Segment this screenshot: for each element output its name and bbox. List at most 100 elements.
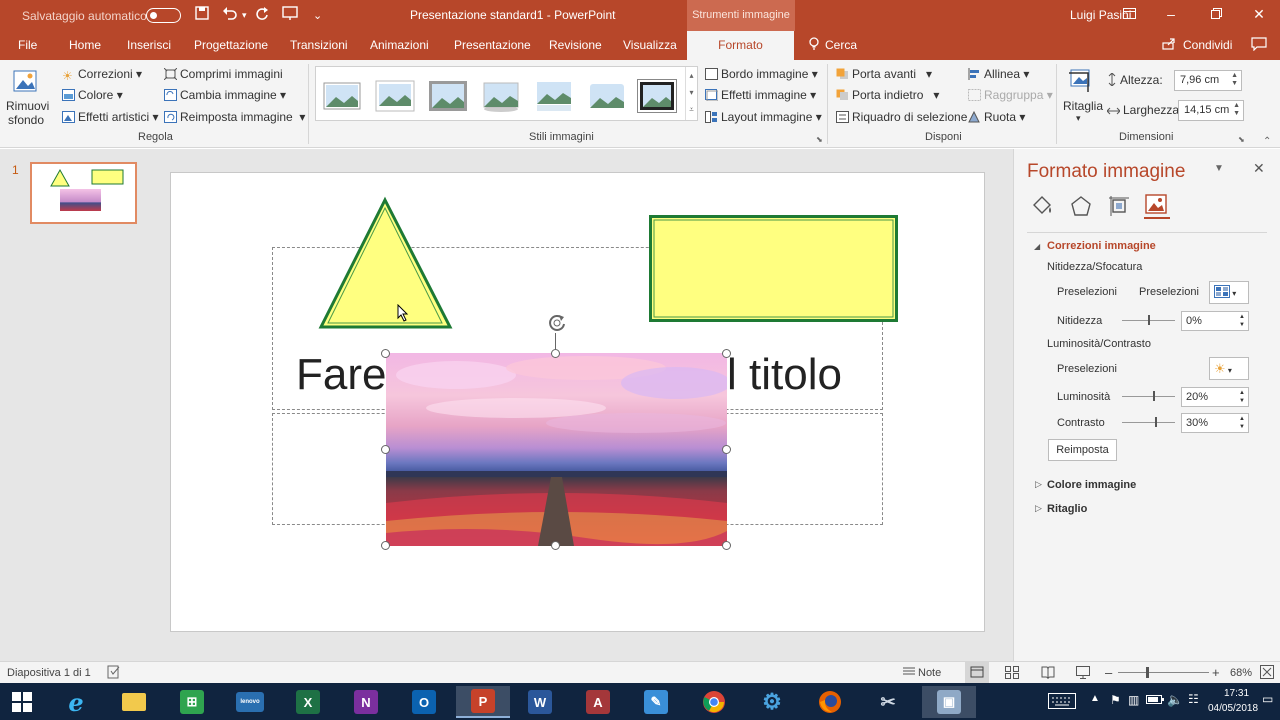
zoom-slider[interactable] xyxy=(1118,672,1209,673)
undo-dropdown-icon[interactable]: ▾ xyxy=(242,10,247,21)
reading-view-icon[interactable] xyxy=(1041,666,1055,682)
word-icon[interactable]: W xyxy=(520,686,560,718)
redo-icon[interactable] xyxy=(255,6,269,24)
network-icon[interactable]: ▥ xyxy=(1128,693,1139,707)
pane-close-icon[interactable]: ✕ xyxy=(1253,160,1265,177)
title-text-right[interactable]: l titolo xyxy=(727,350,842,400)
tab-file[interactable]: File xyxy=(18,31,37,60)
remove-background-icon[interactable] xyxy=(12,67,40,95)
zoom-slider-thumb[interactable] xyxy=(1146,667,1149,678)
gallery-scroll[interactable]: ▴ ▾ ⩡ xyxy=(685,67,697,120)
tab-slideshow[interactable]: Presentazione xyxy=(454,31,531,60)
keyboard-icon[interactable] xyxy=(1048,693,1076,712)
collapse-corrections-icon[interactable]: ◢ xyxy=(1034,242,1040,251)
expand-crop-icon[interactable]: ▷ xyxy=(1035,503,1042,514)
resize-handle-w[interactable] xyxy=(381,445,390,454)
slideshow-view-icon[interactable] xyxy=(1076,666,1090,682)
zoom-out-icon[interactable]: – xyxy=(1105,665,1112,680)
notes-app-icon[interactable]: ✎ xyxy=(636,686,676,718)
onenote-icon[interactable]: N xyxy=(346,686,386,718)
tab-review[interactable]: Revisione xyxy=(549,31,602,60)
group-button[interactable]: Raggruppa ▾ xyxy=(968,88,1053,102)
resize-handle-s[interactable] xyxy=(551,541,560,550)
resize-handle-se[interactable] xyxy=(722,541,731,550)
size-dialog-launcher-icon[interactable]: ⬊ xyxy=(1238,135,1245,144)
height-field[interactable]: 7,96 cm ▲ ▼ xyxy=(1174,70,1242,91)
corrections-button[interactable]: ☀ Correzioni ▾ xyxy=(62,67,142,83)
picture-layout-button[interactable]: Layout immagine ▾ xyxy=(705,110,822,124)
tab-home[interactable]: Home xyxy=(69,31,101,60)
tulip-field-picture[interactable] xyxy=(386,353,727,546)
width-field[interactable]: 14,15 cm ▲ ▼ xyxy=(1178,100,1244,121)
brightness-slider-thumb[interactable] xyxy=(1153,391,1155,401)
share-icon[interactable] xyxy=(1162,31,1176,60)
contrast-slider-thumb[interactable] xyxy=(1155,417,1157,427)
picture-effects-button[interactable]: Effetti immagine ▾ xyxy=(705,88,816,102)
maximize-icon[interactable] xyxy=(1207,6,1225,22)
styles-dialog-launcher-icon[interactable]: ⬊ xyxy=(816,135,823,144)
tell-me-icon[interactable] xyxy=(808,31,820,60)
sharpen-presets-dropdown[interactable]: ▾ xyxy=(1209,281,1249,304)
access-icon[interactable]: A xyxy=(578,686,618,718)
ribbon-display-icon[interactable] xyxy=(1120,6,1138,22)
snipping-tool-icon[interactable]: ✂ xyxy=(868,686,908,718)
color-button[interactable]: Colore ▾ xyxy=(62,88,123,102)
align-button[interactable]: Allinea ▾ xyxy=(968,67,1029,81)
artistic-effects-button[interactable]: Effetti artistici ▾ xyxy=(62,110,159,124)
notes-icon[interactable] xyxy=(903,666,915,680)
start-icon[interactable] xyxy=(2,686,42,718)
customize-toolbar-icon[interactable]: ⌄ xyxy=(313,9,322,22)
size-properties-icon[interactable] xyxy=(1108,195,1130,220)
compress-pictures-button[interactable]: Comprimi immagini xyxy=(163,67,283,81)
picture-icon[interactable] xyxy=(1144,193,1170,219)
contrast-field[interactable]: 30% ▲ ▼ xyxy=(1181,413,1249,433)
rectangle-shape[interactable] xyxy=(649,215,898,322)
contrast-slider[interactable] xyxy=(1122,422,1175,423)
action-center-icon[interactable]: ▭ xyxy=(1262,692,1273,706)
crop-dropdown-icon[interactable]: ▾ xyxy=(1076,113,1081,124)
slide-thumbnail[interactable] xyxy=(30,162,137,224)
powerpoint-taskbar-icon[interactable]: P xyxy=(456,686,510,718)
settings-gear-icon[interactable]: ⚙ xyxy=(752,686,792,718)
file-explorer-icon[interactable] xyxy=(114,686,154,718)
present-from-start-icon[interactable] xyxy=(282,6,298,24)
resize-handle-nw[interactable] xyxy=(381,349,390,358)
picture-style-7[interactable] xyxy=(637,79,677,113)
color-section-header[interactable]: Colore immagine xyxy=(1047,479,1136,491)
lenovo-app-icon[interactable]: lenovo xyxy=(230,686,270,718)
save-icon[interactable] xyxy=(195,6,209,24)
firefox-icon[interactable] xyxy=(810,686,850,718)
crop-icon[interactable] xyxy=(1068,67,1094,93)
flag-icon[interactable]: ⚑ xyxy=(1110,693,1121,707)
triangle-shape[interactable] xyxy=(318,196,454,332)
picture-style-5[interactable] xyxy=(534,79,574,113)
height-spinner-icon[interactable]: ▲ ▼ xyxy=(1231,72,1238,88)
volume-icon[interactable]: 🔈 xyxy=(1167,692,1183,708)
internet-explorer-icon[interactable]: e xyxy=(56,686,96,718)
resize-handle-sw[interactable] xyxy=(381,541,390,550)
crop-button[interactable]: Ritaglia xyxy=(1063,99,1103,113)
brightness-slider[interactable] xyxy=(1122,396,1175,397)
brightness-presets-dropdown[interactable]: ☀ ▾ xyxy=(1209,357,1249,380)
chrome-icon[interactable] xyxy=(694,686,734,718)
tell-me-search[interactable]: Cerca xyxy=(825,31,857,60)
accessibility-icon[interactable] xyxy=(107,665,121,682)
expand-color-icon[interactable]: ▷ xyxy=(1035,479,1042,490)
collapse-ribbon-icon[interactable]: ⌃ xyxy=(1263,136,1271,147)
width-spinner-icon[interactable]: ▲ ▼ xyxy=(1233,102,1240,118)
tab-insert[interactable]: Inserisci xyxy=(127,31,171,60)
tab-transitions[interactable]: Transizioni xyxy=(290,31,348,60)
zoom-in-icon[interactable]: + xyxy=(1212,665,1220,680)
crop-section-header[interactable]: Ritaglio xyxy=(1047,503,1087,515)
rotate-button[interactable]: Ruota ▾ xyxy=(968,110,1025,124)
battery-icon[interactable] xyxy=(1146,693,1164,708)
brightness-field[interactable]: 20% ▲ ▼ xyxy=(1181,387,1249,407)
picture-style-1[interactable] xyxy=(322,79,362,113)
pane-options-icon[interactable]: ▼ xyxy=(1214,163,1224,174)
picture-style-3[interactable] xyxy=(428,79,468,113)
normal-view-icon[interactable] xyxy=(965,662,989,683)
excel-icon[interactable]: X xyxy=(288,686,328,718)
reset-picture-button[interactable]: Reimposta immagine ▾ xyxy=(164,110,305,124)
title-text-left[interactable]: Fare xyxy=(296,350,386,400)
change-picture-button[interactable]: Cambia immagine ▾ xyxy=(164,88,286,102)
